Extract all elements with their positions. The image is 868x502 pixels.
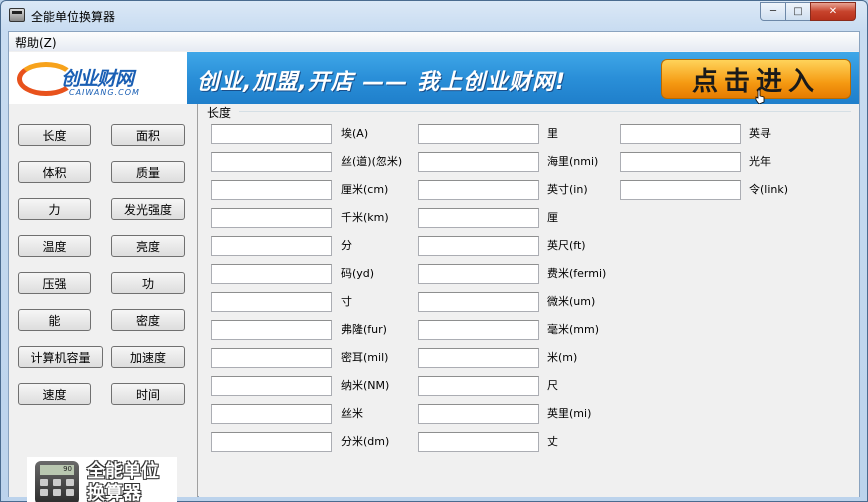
brand-title-line2: 换算器 [87, 483, 141, 502]
unit-label: 厘米(cm) [341, 183, 389, 196]
unit-label: 里 [547, 127, 558, 140]
unit-label: 令(link) [749, 183, 789, 196]
unit-input[interactable] [211, 432, 332, 452]
window-title: 全能单位换算器 [31, 10, 116, 24]
category-button-acceleration[interactable]: 加速度 [111, 346, 185, 368]
brand-title: 全能单位 换算器 [87, 461, 159, 502]
banner-slogan: 创业,加盟,开店 —— 我上创业财网! [197, 70, 567, 95]
unit-label: 分 [341, 239, 352, 252]
unit-input[interactable] [211, 348, 332, 368]
unit-label: 丝米 [341, 407, 363, 420]
hand-cursor-icon [755, 90, 765, 104]
unit-input[interactable] [418, 348, 539, 368]
unit-label: 微米(um) [547, 295, 596, 308]
minimize-button[interactable]: ─ [760, 2, 786, 21]
calculator-icon: 90 [35, 461, 79, 502]
category-button-force[interactable]: 力 [18, 198, 91, 220]
unit-input[interactable] [211, 208, 332, 228]
unit-input[interactable] [620, 180, 741, 200]
unit-label: 光年 [749, 155, 771, 168]
unit-label: 厘 [547, 211, 558, 224]
unit-input[interactable] [620, 152, 741, 172]
unit-label: 尺 [547, 379, 558, 392]
category-button-speed[interactable]: 速度 [18, 383, 91, 405]
unit-input[interactable] [211, 236, 332, 256]
unit-input[interactable] [418, 432, 539, 452]
unit-input[interactable] [418, 236, 539, 256]
category-button-volume[interactable]: 体积 [18, 161, 91, 183]
category-button-length[interactable]: 长度 [18, 124, 91, 146]
menu-help[interactable]: 帮助(Z) [15, 34, 57, 51]
unit-label: 分米(dm) [341, 435, 390, 448]
group-divider [239, 111, 851, 112]
unit-input[interactable] [211, 376, 332, 396]
unit-input[interactable] [418, 320, 539, 340]
unit-label: 密耳(mil) [341, 351, 389, 364]
unit-input[interactable] [211, 320, 332, 340]
close-button[interactable]: ✕ [810, 2, 856, 21]
brand-title-line1: 全能单位 [87, 461, 159, 482]
unit-label: 费米(fermi) [547, 267, 607, 280]
category-button-luminous-intensity[interactable]: 发光强度 [111, 198, 185, 220]
unit-input[interactable] [418, 180, 539, 200]
group-title: 长度 [207, 106, 232, 120]
unit-label: 千米(km) [341, 211, 389, 224]
unit-label: 弗隆(fur) [341, 323, 387, 336]
category-button-energy[interactable]: 能 [18, 309, 91, 331]
category-button-temperature[interactable]: 温度 [18, 235, 91, 257]
client-area: 帮助(Z) 创业财网 CAIWANG.COM 创业,加盟,开店 —— 我上创业财… [8, 31, 860, 502]
unit-input[interactable] [211, 404, 332, 424]
unit-input[interactable] [418, 376, 539, 396]
unit-input[interactable] [211, 152, 332, 172]
maximize-button[interactable]: □ [785, 2, 811, 21]
unit-label: 丝(道)(忽米) [341, 155, 403, 168]
unit-label: 英里(mi) [547, 407, 592, 420]
unit-label: 寸 [341, 295, 352, 308]
category-button-area[interactable]: 面积 [111, 124, 185, 146]
unit-label: 码(yd) [341, 267, 375, 280]
category-button-time[interactable]: 时间 [111, 383, 185, 405]
category-button-computer-storage[interactable]: 计算机容量 [18, 346, 103, 368]
unit-input[interactable] [211, 180, 332, 200]
unit-input[interactable] [418, 264, 539, 284]
menu-bar: 帮助(Z) [9, 32, 859, 51]
ad-banner[interactable]: 创业财网 CAIWANG.COM 创业,加盟,开店 —— 我上创业财网! 点击进… [9, 52, 859, 104]
unit-label: 丈 [547, 435, 558, 448]
calculator-screen: 90 [40, 465, 74, 475]
banner-logo: 创业财网 CAIWANG.COM [9, 52, 187, 104]
unit-input[interactable] [418, 404, 539, 424]
unit-input[interactable] [418, 124, 539, 144]
unit-label: 海里(nmi) [547, 155, 599, 168]
category-button-luminance[interactable]: 亮度 [111, 235, 185, 257]
unit-input[interactable] [620, 124, 741, 144]
category-button-density[interactable]: 密度 [111, 309, 185, 331]
unit-input[interactable] [418, 152, 539, 172]
unit-label: 纳米(NM) [341, 379, 390, 392]
app-window: 全能单位换算器 ─ □ ✕ 帮助(Z) 创业财网 CAIWANG.COM 创业,… [0, 0, 868, 502]
unit-input[interactable] [211, 124, 332, 144]
logo-subtext: CAIWANG.COM [69, 88, 140, 97]
unit-input[interactable] [211, 292, 332, 312]
unit-input[interactable] [418, 208, 539, 228]
unit-label: 英尺(ft) [547, 239, 586, 252]
unit-label: 英寸(in) [547, 183, 588, 196]
title-bar[interactable]: 全能单位换算器 ─ □ ✕ [1, 1, 867, 31]
conversion-panel: 长度 埃(A) 丝(道)(忽米) 厘米(cm) 千米(km) 分码(yd) 寸弗隆(fur… [199, 104, 859, 497]
brand-logo: 90 全能单位 换算器 [27, 457, 177, 502]
unit-input[interactable] [418, 292, 539, 312]
unit-label: 毫米(mm) [547, 323, 600, 336]
category-button-work[interactable]: 功 [111, 272, 185, 294]
category-button-pressure[interactable]: 压强 [18, 272, 91, 294]
category-button-mass[interactable]: 质量 [111, 161, 185, 183]
category-panel: 长度 面积 体积 质量 力 发光强度 温度 亮度 压强 功 能 密度 计算机容量… [9, 104, 198, 502]
unit-input[interactable] [211, 264, 332, 284]
unit-label: 埃(A) [341, 127, 369, 140]
unit-label: 英寻 [749, 127, 771, 140]
app-icon [9, 8, 25, 22]
logo-text: 创业财网 [61, 68, 134, 90]
unit-label: 米(m) [547, 351, 578, 364]
